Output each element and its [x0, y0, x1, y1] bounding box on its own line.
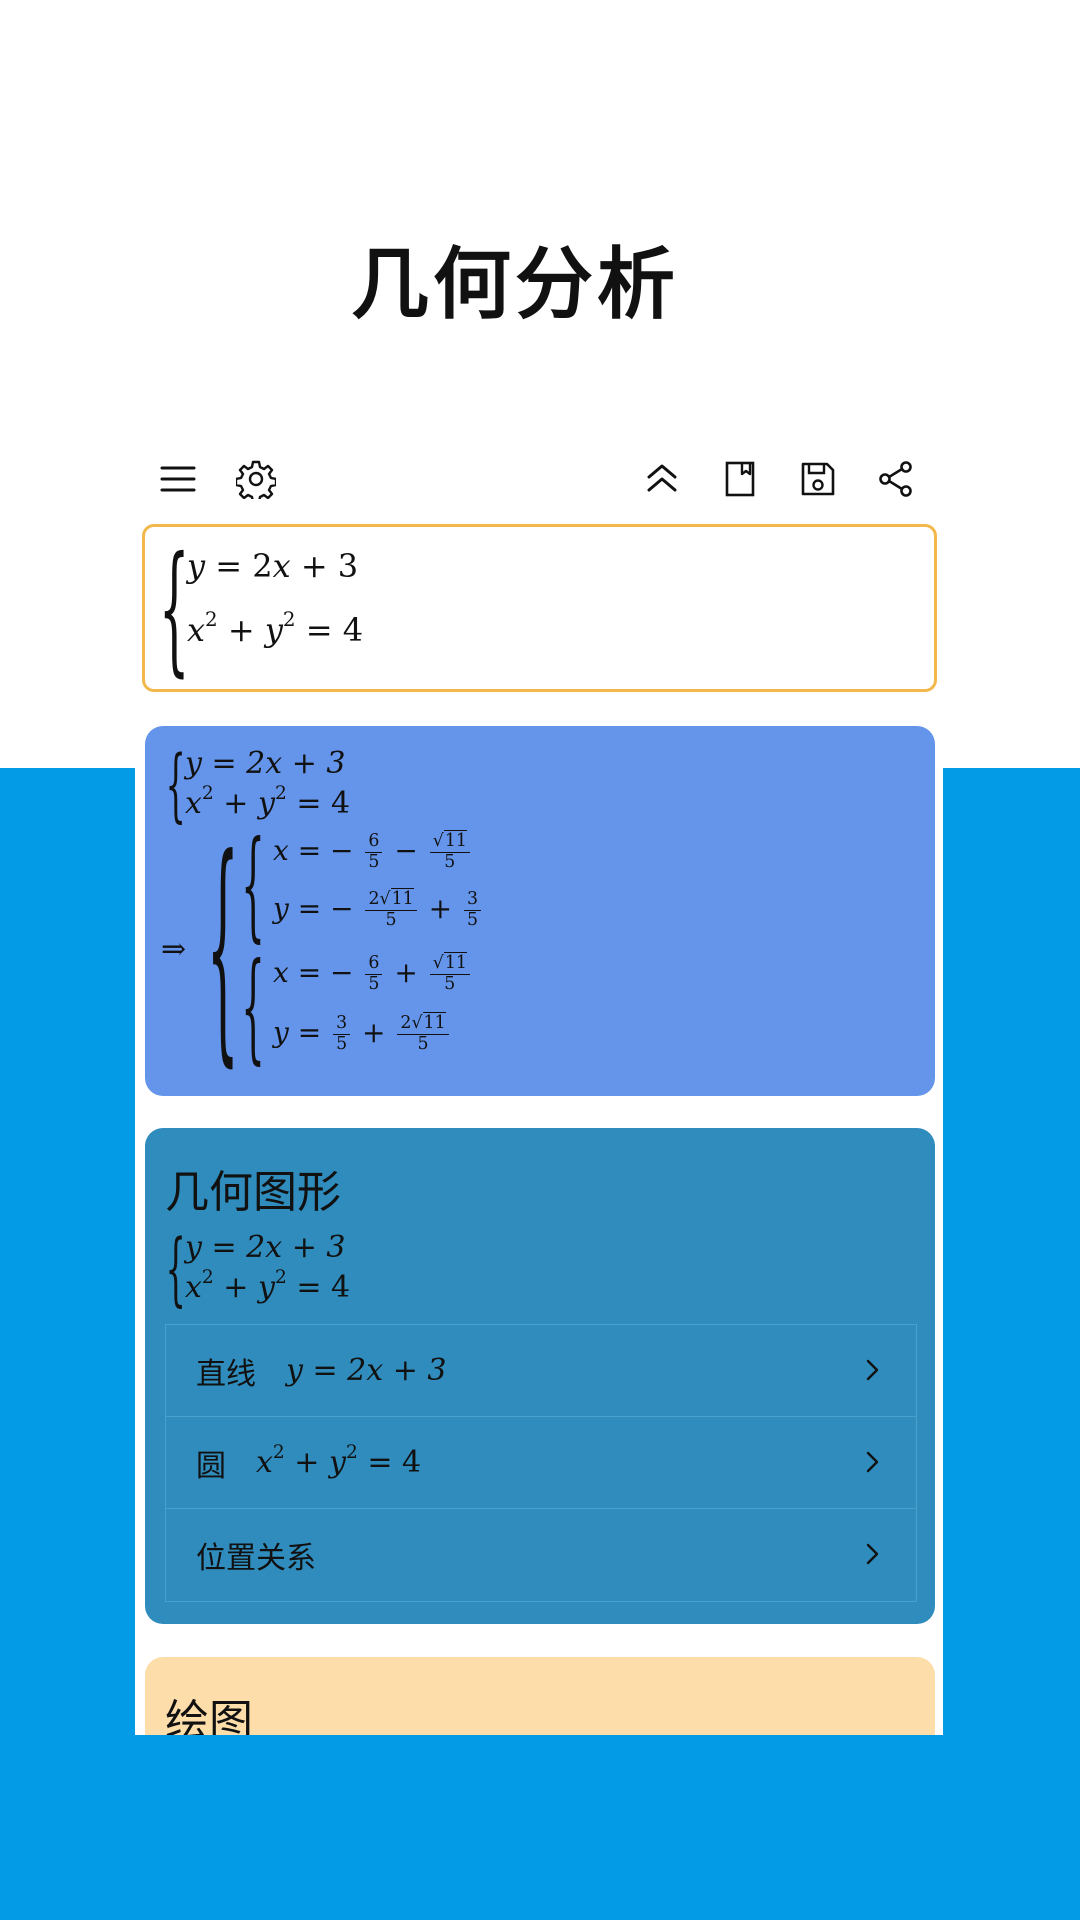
equation-input[interactable]: { y = 2x + 3 x2 + y2 = 4 [142, 524, 937, 692]
implies-arrow: ⇒ [161, 932, 187, 967]
solution-2-x: x = − 65 + √11 5 [273, 952, 473, 995]
plot-card[interactable]: 绘图 [145, 1657, 935, 1735]
collapse-button[interactable] [637, 454, 687, 504]
geometry-list: 直线 y = 2x + 3 圆 x2 + y2 = 4 位置关系 [165, 1324, 917, 1602]
solutions-outer-brace: { [206, 810, 239, 1090]
settings-button[interactable] [231, 454, 281, 504]
row-label-line: 直线 [196, 1356, 256, 1392]
row-eq-circle: x2 + y2 = 4 [256, 1442, 422, 1480]
geometry-eq-2: x2 + y2 = 4 [185, 1267, 351, 1305]
geometry-row-line[interactable]: 直线 y = 2x + 3 [166, 1325, 916, 1417]
save-button[interactable] [793, 454, 843, 504]
solution-1-y: y = − 2√11 5 + 35 [273, 888, 484, 931]
save-icon [801, 462, 835, 496]
plot-title: 绘图 [165, 1696, 253, 1735]
promo-title: 几何分析 [350, 239, 679, 330]
chevron-right-icon [866, 1451, 879, 1473]
app-screen: { y = 2x + 3 x2 + y2 = 4 { y = 2x + 3 x2… [135, 440, 943, 1735]
solution-card[interactable]: { y = 2x + 3 x2 + y2 = 4 ⇒ { { x = − 65 … [145, 726, 935, 1096]
input-brace: { [158, 526, 190, 690]
geometry-eq-1: y = 2x + 3 [185, 1230, 346, 1265]
solution-eq-1: y = 2x + 3 [185, 746, 346, 781]
solution-2-y: y = 35 + 2√11 5 [273, 1012, 452, 1055]
input-line-1: y = 2x + 3 [187, 547, 359, 585]
bookmark-icon [725, 461, 755, 497]
geometry-title: 几何图形 [165, 1167, 341, 1218]
toolbar [135, 440, 943, 518]
chevron-right-icon [866, 1359, 879, 1381]
input-line-2: x2 + y2 = 4 [187, 608, 364, 649]
settings-icon [236, 460, 276, 499]
row-label-relation: 位置关系 [196, 1541, 316, 1576]
share-icon [879, 461, 912, 497]
solution-2-brace: { [241, 939, 265, 1077]
system-brace: { [165, 740, 186, 832]
collapse-up-icon [647, 464, 677, 492]
geometry-card: 几何图形 { y = 2x + 3 x2 + y2 = 4 直线 y = 2x … [145, 1128, 935, 1624]
bookmark-button[interactable] [715, 454, 765, 504]
row-label-circle: 圆 [196, 1448, 226, 1484]
solution-1-brace: { [241, 817, 265, 955]
menu-button[interactable] [153, 454, 203, 504]
solution-1-x: x = − 65 − √11 5 [273, 830, 473, 873]
geometry-row-circle[interactable]: 圆 x2 + y2 = 4 [166, 1417, 916, 1509]
chevron-right-icon [866, 1543, 879, 1565]
geometry-system-brace: { [165, 1224, 186, 1316]
geometry-row-relation[interactable]: 位置关系 [166, 1509, 916, 1601]
row-eq-line: y = 2x + 3 [286, 1353, 447, 1388]
menu-icon [160, 466, 196, 492]
share-button[interactable] [871, 454, 921, 504]
